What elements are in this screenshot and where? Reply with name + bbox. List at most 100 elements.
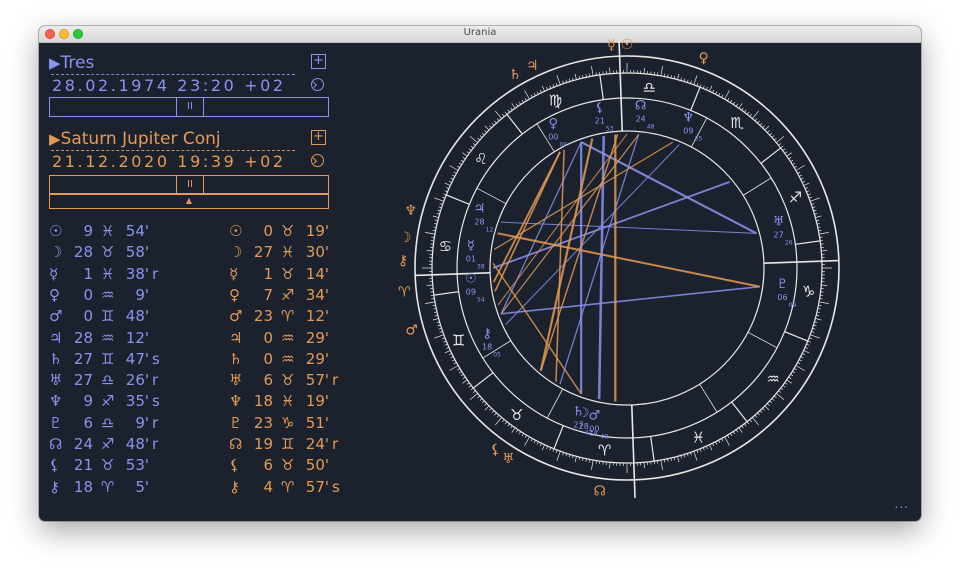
planet-glyph: ♂: [229, 307, 243, 326]
chart1-datetime[interactable]: 28.02.1974 23:20 +02: [52, 76, 286, 95]
degree-value: 18: [73, 477, 93, 496]
degree-tick: [818, 301, 829, 304]
position-row[interactable]: ☉ 0 ♉ 19': [229, 222, 359, 240]
inner-planet-minute: 54: [477, 296, 485, 303]
degree-value: 28: [73, 243, 93, 262]
degree-tick: [715, 91, 718, 95]
degree-tick: [491, 410, 495, 414]
position-row[interactable]: ♅ 27 ♎ 26' r: [49, 371, 179, 389]
minute-value: 30': [305, 243, 329, 262]
degree-tick: [533, 440, 536, 443]
position-row[interactable]: ⚷ 18 ♈ 5': [49, 478, 179, 496]
chart2-add-button[interactable]: +: [311, 130, 326, 145]
position-row[interactable]: ♀ 7 ♐ 34': [229, 286, 359, 304]
aspect-line: [497, 232, 760, 288]
degree-tick: [767, 130, 770, 133]
degree-tick: [432, 215, 439, 218]
position-row[interactable]: ☊ 24 ♐ 48' r: [49, 435, 179, 453]
degree-tick: [524, 98, 527, 102]
position-row[interactable]: ☿ 1 ♓ 38' r: [49, 265, 179, 283]
degree-tick: [757, 412, 760, 416]
chart2-time-slider[interactable]: II: [49, 175, 329, 195]
outer-planet-glyph: ♀: [698, 51, 708, 67]
degree-tick: [702, 447, 705, 451]
expand-triangle-icon[interactable]: ▶: [49, 130, 61, 148]
position-row[interactable]: ♅ 6 ♉ 57' r: [229, 371, 359, 389]
expand-triangle-icon[interactable]: ▶: [49, 54, 61, 72]
position-row[interactable]: ♄ 0 ♒ 29': [229, 350, 359, 368]
position-row[interactable]: ♀ 0 ♒ 9': [49, 286, 179, 304]
chart1-pause-button[interactable]: II: [176, 97, 204, 117]
position-row[interactable]: ⚸ 6 ♉ 50': [229, 456, 359, 474]
position-row[interactable]: ☽ 28 ♉ 58': [49, 243, 179, 261]
chart-wheel[interactable]: ♐♏♎♍♌♋♊♉♈♓♒♑♀0009⚸2153☊2448♆0935♅2726♇06…: [375, 18, 895, 513]
position-row[interactable]: ♇ 6 ♎ 9' r: [49, 414, 179, 432]
minute-value: 53': [125, 456, 149, 475]
position-row[interactable]: ⚷ 4 ♈ 57' s: [229, 478, 359, 496]
position-row[interactable]: ☽ 27 ♓ 30': [229, 243, 359, 261]
degree-tick: [773, 137, 777, 141]
chart1-clock-icon[interactable]: [311, 78, 324, 91]
degree-tick: [515, 103, 519, 107]
chart2-clock-icon[interactable]: [311, 154, 324, 167]
chart2-pause-button[interactable]: II: [176, 175, 204, 195]
sign-glyph: ♒: [281, 328, 295, 347]
degree-tick: [705, 445, 708, 450]
sign-glyph: ♓: [101, 264, 115, 283]
house-cusp: [747, 331, 778, 349]
zodiac-sign-glyph: ♏: [730, 114, 744, 132]
aspect-line: [500, 134, 640, 315]
chart1-add-button[interactable]: +: [311, 54, 326, 69]
aspect-line: [492, 181, 730, 269]
degree-tick: [795, 365, 805, 371]
degree-tick: [749, 113, 752, 117]
position-row[interactable]: ♂ 0 ♊ 48': [49, 307, 179, 325]
degree-tick: [536, 441, 539, 445]
degree-tick: [762, 125, 765, 128]
chart1-time-slider[interactable]: II: [49, 97, 329, 117]
degree-tick: [572, 455, 574, 459]
position-row[interactable]: ⚸ 21 ♉ 53': [49, 456, 179, 474]
position-row[interactable]: ☊ 19 ♊ 24' r: [229, 435, 359, 453]
degree-tick: [469, 393, 478, 401]
degree-tick: [643, 462, 645, 469]
degree-tick: [541, 85, 545, 92]
position-row[interactable]: ♆ 9 ♐ 35' s: [49, 392, 179, 410]
sign-glyph: ♒: [281, 349, 295, 368]
sign-division: [433, 291, 459, 296]
position-row[interactable]: ♂ 23 ♈ 12': [229, 307, 359, 325]
degree-tick: [470, 387, 474, 391]
chart2-step-button[interactable]: ▲: [49, 193, 329, 209]
chart2-datetime[interactable]: 21.12.2020 19:39 +02: [52, 152, 286, 171]
motion-flag: r: [152, 371, 159, 390]
zodiac-sign-glyph: ♑: [802, 282, 815, 300]
degree-tick: [562, 452, 564, 456]
degree-tick: [759, 410, 763, 414]
planet-glyph: ♃: [49, 328, 63, 347]
degree-tick: [426, 284, 433, 286]
degree-value: 24: [73, 435, 93, 453]
position-row[interactable]: ♆ 18 ♓ 19': [229, 392, 359, 410]
degree-tick: [686, 453, 689, 457]
sign-glyph: ♉: [101, 243, 115, 262]
position-row[interactable]: ☉ 9 ♓ 54': [49, 222, 179, 240]
degree-value: 6: [83, 413, 93, 432]
degree-tick: [705, 86, 708, 91]
degree-tick: [709, 444, 713, 451]
degree-tick: [533, 93, 536, 96]
inner-planet-glyph: ⚷: [482, 326, 492, 341]
position-row[interactable]: ♇ 23 ♑ 51': [229, 414, 359, 432]
planet-glyph: ☽: [229, 243, 243, 262]
position-row[interactable]: ♄ 27 ♊ 47' s: [49, 350, 179, 368]
degree-value: 23: [253, 413, 273, 432]
degree-tick: [450, 356, 454, 359]
position-row[interactable]: ☿ 1 ♉ 14': [229, 265, 359, 283]
position-row[interactable]: ♃ 0 ♒ 29': [229, 329, 359, 347]
degree-tick: [771, 135, 775, 138]
chart2-title[interactable]: ▶Saturn Jupiter Conj: [49, 129, 221, 149]
more-options-button[interactable]: ...: [895, 497, 909, 511]
position-row[interactable]: ♃ 28 ♒ 12': [49, 329, 179, 347]
sign-division: [795, 240, 821, 245]
minute-value: 57': [305, 371, 329, 390]
chart1-title[interactable]: ▶Tres: [49, 53, 94, 73]
